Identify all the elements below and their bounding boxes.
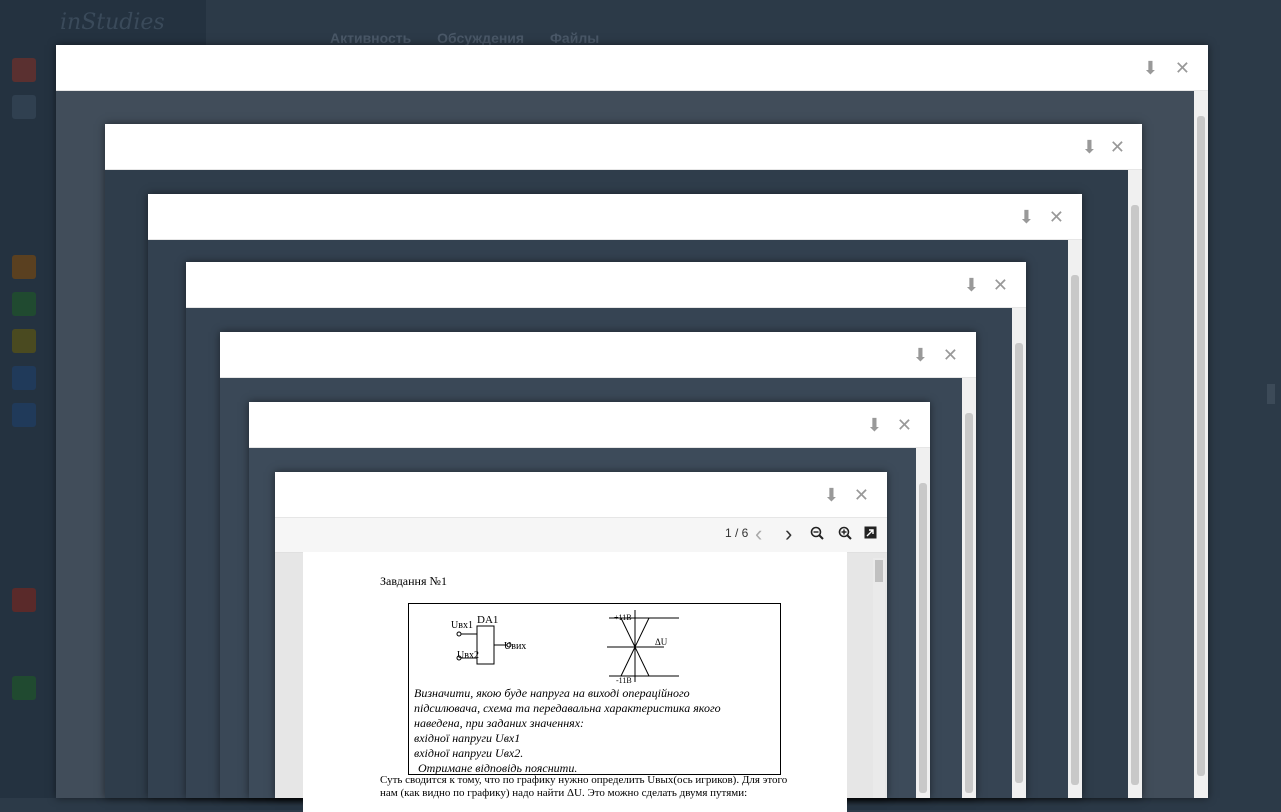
modal-scrollbar[interactable]: [1012, 308, 1026, 798]
nav-discussions[interactable]: Обсуждения: [437, 30, 524, 46]
download-icon[interactable]: ⬇: [1082, 137, 1097, 158]
modal-scrollbar[interactable]: [916, 448, 930, 798]
modal-header: ⬇ ✕: [105, 124, 1142, 170]
zoom-in-icon: [838, 526, 852, 540]
modal-scrollbar[interactable]: [962, 378, 976, 798]
answer-line: Суть сводится к тому, что по графику нуж…: [380, 774, 788, 786]
sidebar-icon[interactable]: [12, 329, 36, 353]
page-scrollbar-thumb[interactable]: [1267, 384, 1275, 404]
nav-activity[interactable]: Активность: [330, 30, 411, 46]
modal-scrollbar-thumb[interactable]: [919, 483, 927, 793]
task-line: підсилювача, схема та передавальна харак…: [414, 701, 721, 715]
modal-header: ⬇ ✕: [56, 45, 1208, 91]
u-in2-label: Uвх2: [457, 650, 479, 661]
task-figure-box: DA1 Uвх1 Uвх2 Uвих +11В -11В ΔU Визначит…: [408, 603, 781, 775]
document-page: Завдання №1 DA1 Uвх1 Uвх2 Uвих +11В -11В…: [303, 552, 847, 812]
sidebar-icon[interactable]: [12, 255, 36, 279]
sidebar-icon[interactable]: [12, 366, 36, 390]
prev-page-button[interactable]: ‹: [755, 521, 762, 547]
modal-scrollbar[interactable]: [1128, 170, 1142, 798]
close-icon[interactable]: ✕: [897, 415, 912, 436]
delta-u-label: ΔU: [655, 637, 668, 647]
circuit-diagram: [456, 610, 679, 682]
task-line: вхідної напруги Uвх2.: [414, 746, 524, 760]
nav-files[interactable]: Файлы: [550, 30, 599, 46]
sidebar-icon[interactable]: [12, 403, 36, 427]
modal-header: ⬇ ✕: [220, 332, 976, 378]
zoom-out-button[interactable]: [810, 526, 824, 543]
page-indicator: 1 / 6: [725, 526, 749, 540]
download-icon[interactable]: ⬇: [964, 275, 979, 296]
sidebar-icon[interactable]: [12, 95, 36, 119]
modal-scrollbar-thumb[interactable]: [1197, 116, 1205, 776]
close-icon[interactable]: ✕: [1110, 137, 1125, 158]
modal-scrollbar-thumb[interactable]: [1015, 343, 1023, 783]
modal-header: ⬇ ✕: [186, 262, 1026, 308]
sidebar-icon[interactable]: [12, 676, 36, 700]
task-title: Завдання №1: [380, 574, 447, 588]
task-line: Визначити, якою буде напруга на виході о…: [414, 686, 690, 700]
close-icon[interactable]: ✕: [1049, 207, 1064, 228]
task-text: Визначити, якою буде напруга на виході о…: [414, 686, 721, 776]
modal-scrollbar-thumb[interactable]: [965, 413, 973, 793]
sidebar-icon[interactable]: [12, 58, 36, 82]
app-logo: inStudies: [60, 10, 165, 35]
answer-line: нам (как видно по графику) надо найти ΔU…: [380, 787, 748, 799]
download-icon[interactable]: ⬇: [1143, 58, 1158, 79]
modal-header: ⬇ ✕: [275, 472, 887, 518]
download-icon[interactable]: ⬇: [824, 485, 839, 506]
plus11-label: +11В: [614, 613, 632, 622]
zoom-out-icon: [810, 526, 824, 540]
download-icon[interactable]: ⬇: [867, 415, 882, 436]
modal-scrollbar[interactable]: [1068, 240, 1082, 798]
file-preview-modal: ⬇ ✕ 1 / 6 ‹ › Завдання №1 DA1 Uвх1 Uвх2 …: [275, 472, 887, 812]
popout-button[interactable]: [864, 526, 877, 542]
viewer-toolbar: 1 / 6 ‹ ›: [275, 518, 887, 553]
close-icon[interactable]: ✕: [1175, 58, 1190, 79]
u-out-label: Uвих: [504, 641, 527, 652]
sidebar-icon[interactable]: [12, 292, 36, 316]
next-page-button[interactable]: ›: [785, 521, 792, 547]
document-viewer: 1 / 6 ‹ › Завдання №1 DA1 Uвх1 Uвх2 Uвих…: [275, 518, 887, 812]
u-in1-label: Uвх1: [451, 620, 473, 631]
zoom-in-button[interactable]: [838, 526, 852, 543]
viewer-scrollbar-thumb[interactable]: [875, 560, 883, 582]
viewer-scrollbar[interactable]: [873, 558, 885, 798]
modal-scrollbar-thumb[interactable]: [1131, 205, 1139, 785]
sidebar-icon[interactable]: [12, 588, 36, 612]
circuit-label: DA1: [477, 614, 499, 626]
modal-scrollbar[interactable]: [1194, 91, 1208, 798]
top-nav: Активность Обсуждения Файлы: [330, 30, 621, 46]
answer-text: Суть сводится к тому, что по графику нуж…: [380, 774, 787, 800]
download-icon[interactable]: ⬇: [1019, 207, 1034, 228]
download-icon[interactable]: ⬇: [913, 345, 928, 366]
close-icon[interactable]: ✕: [854, 485, 869, 506]
close-icon[interactable]: ✕: [943, 345, 958, 366]
task-line: наведена, при заданих значеннях:: [414, 716, 585, 730]
modal-header: ⬇ ✕: [148, 194, 1082, 240]
close-icon[interactable]: ✕: [993, 275, 1008, 296]
minus11-label: -11В: [616, 676, 632, 685]
modal-header: ⬇ ✕: [249, 402, 930, 448]
popout-icon: [864, 526, 877, 539]
modal-scrollbar-thumb[interactable]: [1071, 275, 1079, 785]
task-line: вхідної напруги Uвх1: [414, 731, 521, 745]
